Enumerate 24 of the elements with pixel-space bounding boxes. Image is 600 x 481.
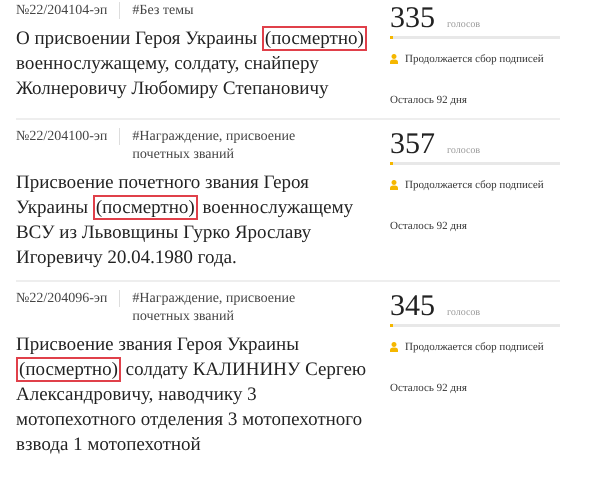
days-remaining: Осталось 92 дня	[390, 218, 468, 234]
petition-title: Присвоение почетного звания Героя Украины (посмертно) военнослужащему ВСУ из Львовщины Гурко Ярославу Игоревичу 20.04.1980 года.	[16, 171, 354, 270]
person-icon	[390, 54, 398, 64]
person-icon	[390, 342, 398, 352]
vote-count: 357	[390, 128, 435, 160]
vote-count: 345	[390, 290, 435, 322]
person-icon	[390, 180, 398, 190]
votes-label: голосов	[447, 306, 480, 320]
tag-link[interactable]: #Награждение, присвоение почетных званий	[132, 128, 322, 164]
tag-link[interactable]: #Награждение, присвоение почетных званий	[132, 290, 322, 326]
votes-label: голосов	[447, 18, 480, 32]
days-remaining: Осталось 92 дня	[390, 380, 468, 396]
status-text: Продолжается сбор подписей	[405, 178, 544, 193]
petition-number: №22/204104-эп	[16, 2, 120, 19]
vote-count: 335	[390, 2, 435, 34]
petition-number: №22/204100-эп	[16, 128, 120, 145]
petition-number: №22/204096-эп	[16, 290, 120, 307]
status-text: Продолжается сбор подписей	[405, 340, 544, 355]
votes-label: голосов	[447, 144, 480, 158]
status-text: Продолжается сбор подписей	[405, 52, 544, 67]
days-remaining: Осталось 92 дня	[390, 92, 468, 108]
petition-title: О присвоении Героя Украины (посмертно) военнослужащему, солдату, снайперу Жолнеровичу Любомиру Степановичу	[16, 26, 381, 101]
petition-title: Присвоение звания Героя Украины (посмертно) солдату КАЛИНИНУ Сергею Александровичу, наводчику 3 мотопехотного отделения 3 мотопехотного взвода 1 мотопехотной	[16, 333, 368, 457]
tag-link[interactable]: #Без темы	[132, 2, 194, 20]
